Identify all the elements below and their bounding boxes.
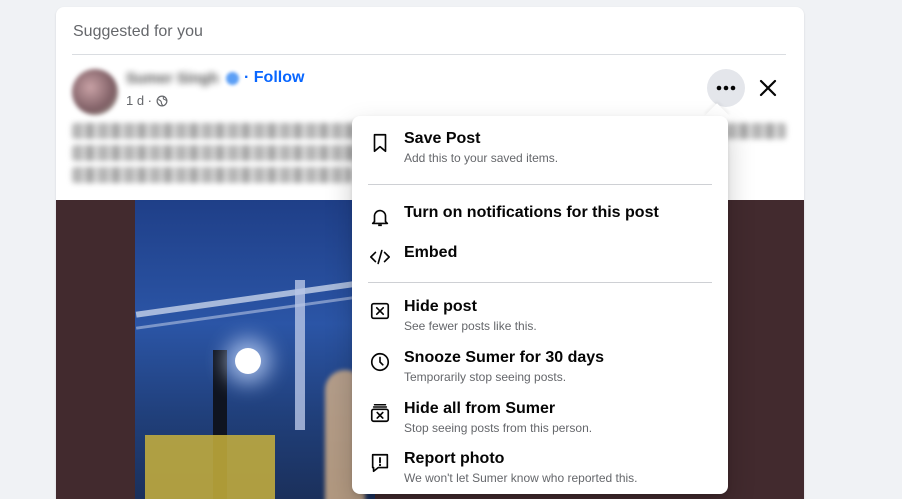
menu-item-subtitle: Temporarily stop seeing posts. xyxy=(404,370,567,384)
menu-item-hide-post[interactable]: Hide post See fewer posts like this. xyxy=(360,297,720,334)
author-name-blurred[interactable]: Sumer Singh xyxy=(126,70,219,87)
menu-item-save-post[interactable]: Save Post Add this to your saved items. xyxy=(360,129,720,166)
photo-light xyxy=(235,348,261,374)
post-text-line-3-blurred xyxy=(72,167,352,183)
menu-divider xyxy=(368,282,712,283)
hide-all-icon xyxy=(368,401,392,425)
menu-item-subtitle: See fewer posts like this. xyxy=(404,319,537,333)
menu-item-embed[interactable]: Embed xyxy=(360,243,720,269)
post-text-line-1-blurred xyxy=(72,123,372,139)
bookmark-icon xyxy=(368,131,392,155)
ellipsis-icon xyxy=(716,85,736,91)
menu-item-notifications[interactable]: Turn on notifications for this post xyxy=(360,203,720,229)
divider xyxy=(72,54,786,55)
menu-item-title: Hide all from Sumer xyxy=(404,400,556,417)
menu-item-subtitle: Add this to your saved items. xyxy=(404,151,559,165)
post-text-line-1b-blurred xyxy=(726,123,786,139)
section-title: Suggested for you xyxy=(73,23,203,40)
hide-box-icon xyxy=(368,299,392,323)
photo-tower xyxy=(295,280,305,430)
clock-icon xyxy=(368,350,392,374)
follow-label[interactable]: Follow xyxy=(254,69,305,86)
menu-item-title: Embed xyxy=(404,244,458,261)
avatar[interactable] xyxy=(72,69,118,115)
menu-divider xyxy=(368,184,712,185)
post-meta: 1 d · xyxy=(126,93,168,108)
bell-icon xyxy=(368,205,392,229)
verified-badge-icon xyxy=(226,72,239,85)
menu-item-hide-all[interactable]: Hide all from Sumer Stop seeing posts fr… xyxy=(360,399,720,436)
menu-item-title: Snooze Sumer for 30 days xyxy=(404,349,605,366)
globe-icon xyxy=(156,95,168,106)
menu-item-title: Report photo xyxy=(404,450,505,467)
menu-item-subtitle: We won't let Sumer know who reported thi… xyxy=(404,471,638,485)
menu-item-title: Save Post xyxy=(404,130,481,147)
menu-item-title: Hide post xyxy=(404,298,477,315)
report-icon xyxy=(368,451,392,475)
menu-item-title: Turn on notifications for this post xyxy=(404,204,659,221)
post-options-menu: Save Post Add this to your saved items. … xyxy=(352,116,728,494)
photo-sign xyxy=(145,435,275,499)
menu-item-subtitle: Stop seeing posts from this person. xyxy=(404,421,593,435)
menu-item-snooze[interactable]: Snooze Sumer for 30 days Temporarily sto… xyxy=(360,348,720,385)
menu-item-report-photo[interactable]: Report photo We won't let Sumer know who… xyxy=(360,449,720,486)
post-text-line-2-blurred xyxy=(72,145,362,161)
follow-link[interactable]: · Follow xyxy=(244,69,304,87)
post-age[interactable]: 1 d · xyxy=(126,93,152,108)
post-photo[interactable] xyxy=(135,200,375,499)
close-button[interactable] xyxy=(749,69,787,107)
close-icon xyxy=(759,79,777,97)
more-options-button[interactable] xyxy=(707,69,745,107)
code-icon xyxy=(368,245,392,269)
